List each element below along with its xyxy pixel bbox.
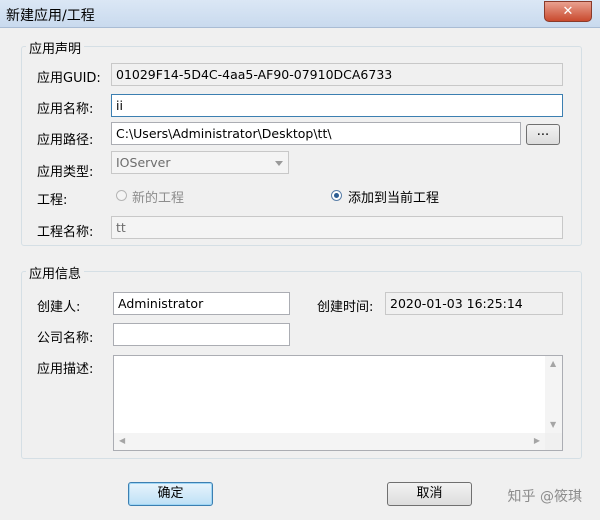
app-info-title: 应用信息 [26, 263, 85, 282]
app-name-label: 应用名称: [37, 102, 94, 117]
chevron-down-icon [275, 161, 283, 166]
project-name-field: tt [111, 216, 563, 239]
app-path-label: 应用路径: [37, 133, 94, 148]
guid-field: 01029F14-5D4C-4aa5-AF90-07910DCA6733 [111, 63, 563, 86]
radio-add-to-current-label[interactable]: 添加到当前工程 [348, 187, 439, 206]
cancel-button[interactable]: 取消 [387, 482, 472, 506]
ok-button[interactable]: 确定 [128, 482, 213, 506]
app-type-select[interactable]: IOServer [111, 151, 289, 174]
company-input[interactable] [113, 323, 290, 346]
close-icon: ✕ [562, 4, 574, 19]
created-time-label: 创建时间: [317, 300, 374, 315]
scrollbar-corner [545, 433, 562, 450]
window-title: 新建应用/工程 [6, 8, 95, 24]
company-label: 公司名称: [37, 331, 94, 346]
app-type-value: IOServer [116, 155, 171, 170]
app-type-label: 应用类型: [37, 165, 94, 180]
description-textarea[interactable]: ▲ ▼ ◀ ▶ [113, 355, 563, 451]
scroll-up-icon[interactable]: ▲ [550, 360, 556, 368]
project-label: 工程: [37, 193, 68, 208]
project-name-label: 工程名称: [37, 225, 94, 240]
radio-new-project[interactable] [116, 190, 127, 201]
creator-label: 创建人: [37, 300, 81, 315]
close-button[interactable]: ✕ [544, 1, 592, 22]
radio-new-project-label[interactable]: 新的工程 [132, 187, 184, 206]
scroll-right-icon[interactable]: ▶ [534, 437, 540, 445]
description-label: 应用描述: [37, 362, 94, 377]
description-vertical-scrollbar[interactable]: ▲ ▼ [545, 356, 562, 433]
title-bar: 新建应用/工程 ✕ [0, 0, 600, 28]
guid-label: 应用GUID: [37, 71, 101, 86]
created-time-field: 2020-01-03 16:25:14 [385, 292, 563, 315]
app-name-input[interactable]: ii [111, 94, 563, 117]
scroll-left-icon[interactable]: ◀ [119, 437, 125, 445]
description-horizontal-scrollbar[interactable]: ◀ ▶ [114, 433, 545, 450]
radio-add-to-current[interactable] [331, 190, 342, 201]
browse-button[interactable]: ... [526, 124, 560, 145]
app-path-input[interactable]: C:\Users\Administrator\Desktop\tt\ [111, 122, 521, 145]
scroll-down-icon[interactable]: ▼ [550, 421, 556, 429]
app-declaration-title: 应用声明 [26, 38, 85, 57]
watermark: 知乎 @筱琪 [507, 489, 582, 505]
creator-input[interactable]: Administrator [113, 292, 290, 315]
